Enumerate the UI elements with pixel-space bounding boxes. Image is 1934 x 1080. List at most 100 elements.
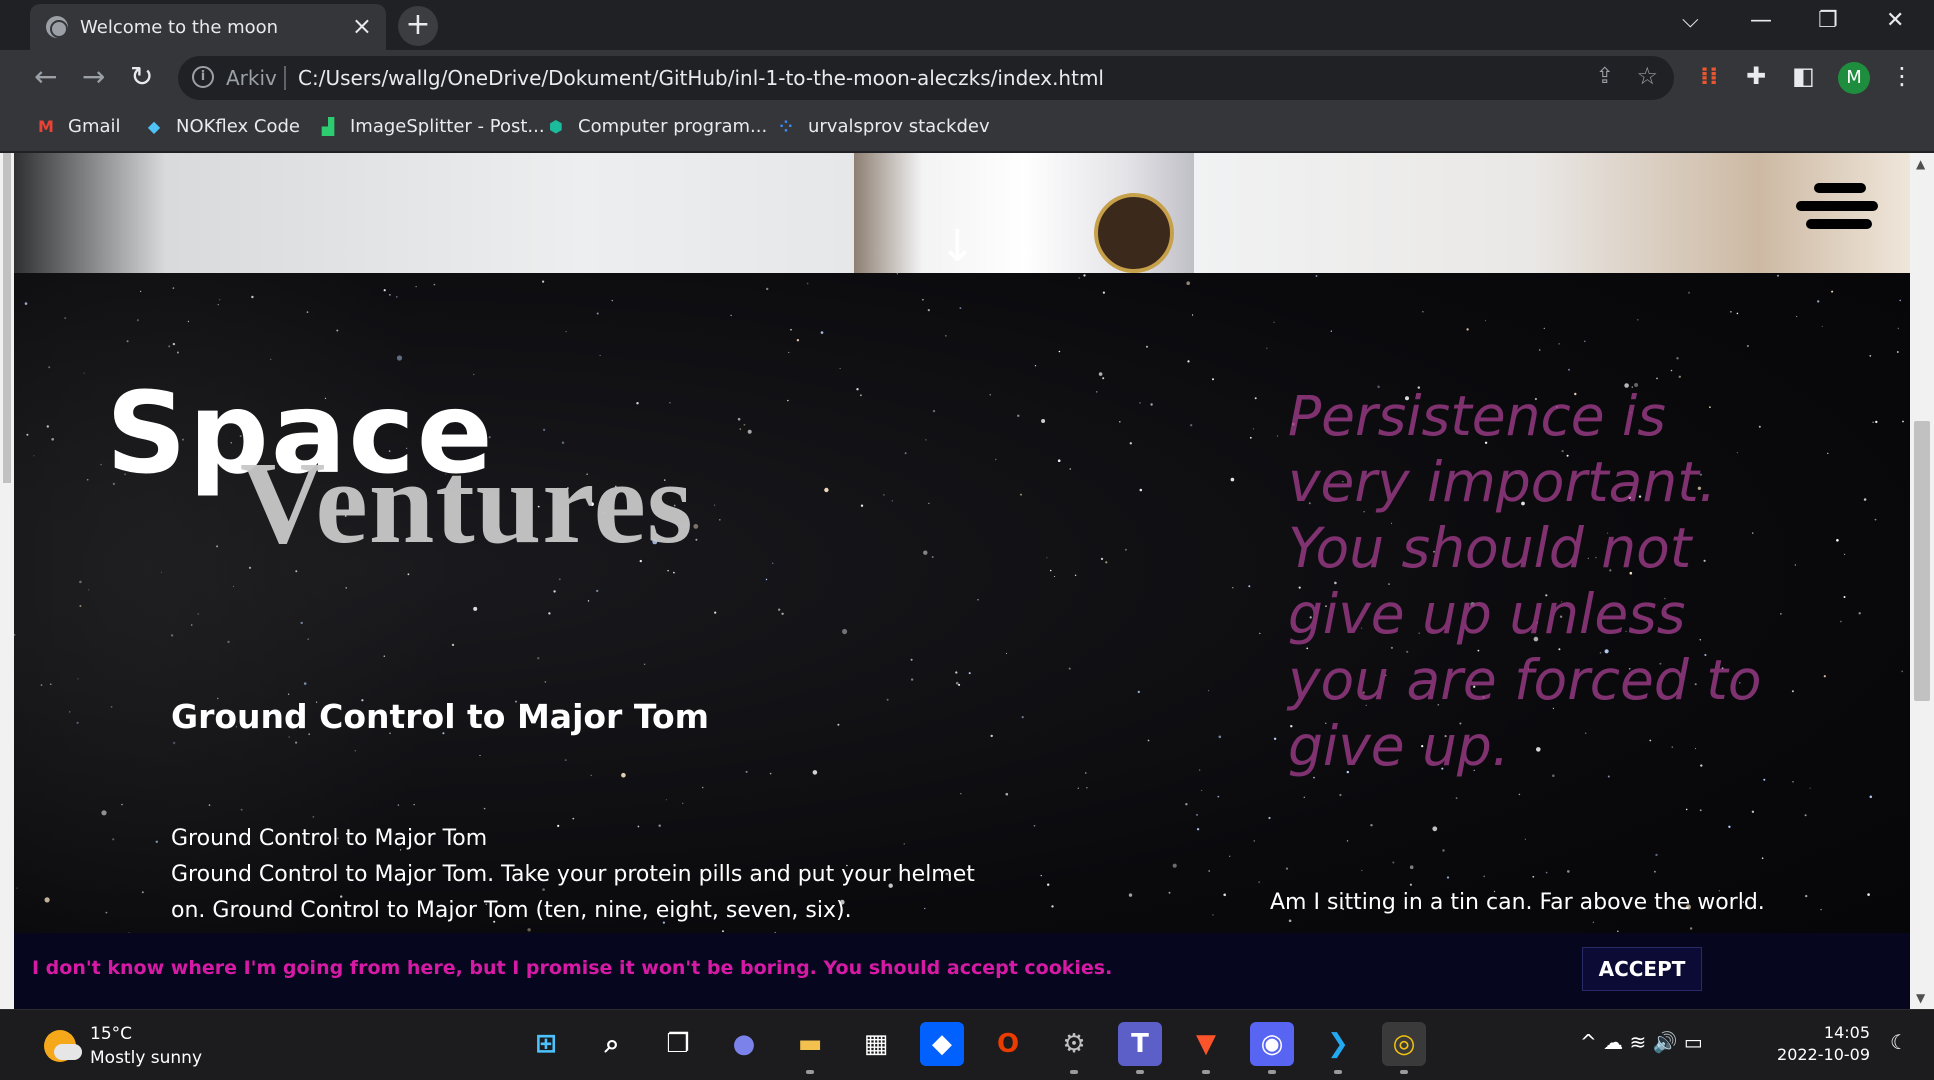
vscode-icon[interactable]: ❯ [1316, 1022, 1360, 1074]
office-icon[interactable]: O [986, 1022, 1030, 1066]
bookmark-imagesplitter[interactable]: ▟ ImageSplitter - Post... [316, 116, 545, 138]
tab-bar: Welcome to the moon × + ⌵ — ❐ ✕ [0, 0, 1934, 50]
menu-kebab-icon[interactable]: ⋮ [1890, 62, 1914, 90]
restore-icon[interactable]: ❐ [1818, 8, 1838, 33]
star [1346, 840, 1349, 842]
address-bar[interactable]: i Arkiv C:/Users/wallg/OneDrive/Dokument… [178, 56, 1674, 100]
star [910, 678, 914, 681]
notifications-icon[interactable]: ☾ [1890, 1030, 1908, 1054]
tab-search-icon[interactable]: ⌵ [1682, 8, 1699, 33]
star [714, 611, 717, 614]
star [1223, 893, 1226, 897]
star [1212, 378, 1214, 381]
star [1147, 739, 1150, 742]
bookmark-gmail[interactable]: M Gmail [34, 116, 120, 138]
star [945, 335, 947, 337]
star [1139, 402, 1141, 404]
clock-date: 2022-10-09 [1777, 1045, 1870, 1064]
star [673, 571, 675, 574]
site-info-icon[interactable]: i [192, 66, 214, 88]
active-tab[interactable]: Welcome to the moon × [30, 4, 386, 50]
star [1780, 613, 1782, 615]
search-icon[interactable]: ⌕ [590, 1022, 634, 1066]
chat-icon[interactable]: ● [722, 1022, 766, 1066]
new-tab-button[interactable]: + [398, 6, 438, 46]
star [1763, 778, 1766, 781]
star [1896, 351, 1899, 353]
close-window-icon[interactable]: ✕ [1886, 8, 1904, 33]
share-icon[interactable]: ⇪ [1596, 64, 1614, 89]
store-icon[interactable]: ▦ [854, 1022, 898, 1066]
minimize-icon[interactable]: — [1750, 8, 1772, 33]
dropbox-icon[interactable]: ◆ [920, 1022, 964, 1066]
left-scroll-thumb[interactable] [3, 153, 11, 483]
star [1466, 328, 1469, 331]
hamburger-menu-icon[interactable] [1796, 183, 1878, 233]
bookmark-star-icon[interactable]: ☆ [1636, 62, 1658, 90]
star [1021, 716, 1024, 719]
section-paragraph: Ground Control to Major Tom Ground Contr… [171, 821, 981, 929]
tab-close-icon[interactable]: × [352, 12, 372, 40]
settings-icon[interactable]: ⚙ [1052, 1022, 1096, 1074]
star [719, 519, 721, 521]
clock[interactable]: 14:05 2022-10-09 [1776, 1022, 1870, 1066]
star [765, 578, 768, 581]
discord-icon[interactable]: ◉ [1250, 1022, 1294, 1074]
start-icon[interactable]: ⊞ [524, 1022, 568, 1066]
star [778, 608, 781, 611]
star [839, 368, 841, 370]
bookmark-computer-program[interactable]: ⬢ Computer program... [544, 116, 767, 138]
puzzle-extensions-icon[interactable]: ✚ [1746, 62, 1766, 90]
star [682, 802, 684, 804]
reload-icon[interactable]: ↻ [130, 60, 153, 93]
weather-condition: Mostly sunny [90, 1048, 203, 1068]
shield-icon: ⬢ [549, 117, 563, 136]
clock-time: 14:05 [1823, 1023, 1870, 1042]
scroll-down-icon[interactable]: ▼ [1916, 991, 1925, 1005]
star [1592, 921, 1595, 923]
star [1033, 825, 1036, 827]
star [837, 723, 840, 726]
star [1685, 808, 1688, 811]
scroll-thumb[interactable] [1914, 421, 1930, 701]
brave-icon[interactable]: ▼ [1184, 1022, 1228, 1074]
star [931, 556, 934, 558]
bookmark-nokflex[interactable]: ◆ NOKflex Code [142, 116, 300, 138]
chrome-icon[interactable]: ◎ [1382, 1022, 1426, 1074]
star [1187, 360, 1190, 363]
side-panel-icon[interactable]: ◧ [1792, 62, 1815, 90]
star [989, 394, 991, 396]
star [787, 399, 789, 402]
imagesplitter-icon: ▟ [321, 117, 335, 136]
task-view-icon[interactable]: ❐ [656, 1022, 700, 1066]
scheme-label: Arkiv [226, 66, 277, 90]
star [739, 428, 742, 430]
star [958, 683, 961, 686]
extension-icon[interactable]: ⁞⁞ [1700, 62, 1718, 90]
star [1746, 345, 1749, 347]
star [886, 698, 889, 701]
star [820, 331, 824, 334]
star [1017, 414, 1020, 417]
star [1254, 397, 1257, 400]
scroll-up-icon[interactable]: ▲ [1916, 157, 1925, 171]
scroll-down-arrow-icon[interactable]: ↓ [939, 221, 976, 272]
star [737, 417, 741, 421]
star [1455, 797, 1458, 799]
url-text[interactable]: C:/Users/wallg/OneDrive/Dokument/GitHub/… [298, 66, 1104, 90]
star [1858, 612, 1861, 615]
profile-avatar[interactable]: M [1838, 62, 1870, 94]
star [473, 606, 478, 611]
back-icon[interactable]: ← [34, 60, 57, 93]
star [883, 494, 885, 496]
persistence-quote: Persistence is very important. You shoul… [1288, 384, 1762, 778]
forward-icon[interactable]: → [82, 60, 105, 93]
system-tray[interactable]: ^ ☁ ≋ 🔊 ▭ [1580, 1030, 1703, 1054]
star [1212, 914, 1214, 916]
teams-icon[interactable]: T [1118, 1022, 1162, 1074]
bookmark-urvalsprov[interactable]: ⁘ urvalsprov stackdev [774, 116, 989, 138]
page-scrollbar[interactable]: ▲ ▼ [1910, 153, 1934, 1009]
star [714, 504, 716, 506]
file-explorer-icon[interactable]: ▬ [788, 1022, 832, 1074]
accept-cookies-button[interactable]: ACCEPT [1582, 947, 1702, 991]
